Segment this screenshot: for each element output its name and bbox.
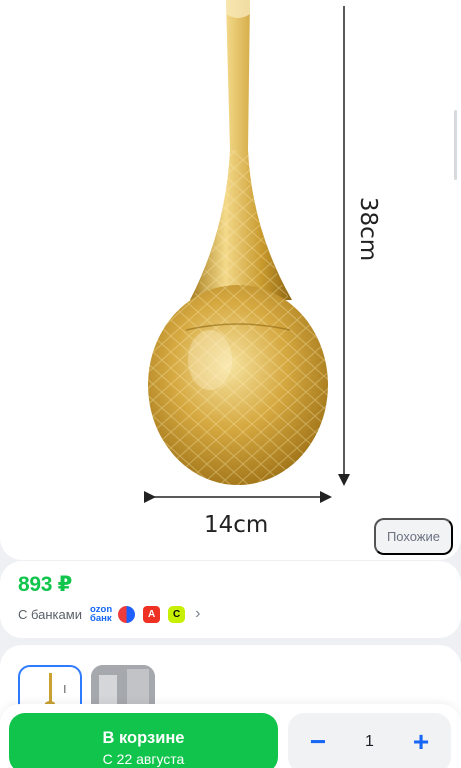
cart-button-subtitle: С 22 августа: [102, 751, 185, 767]
ozon-bank-logo: ozon банк: [89, 605, 112, 624]
bottom-action-bar: В корзине С 22 августа − 1 +: [0, 704, 461, 768]
bank-offers-row[interactable]: С банками ozon банк A C ›: [18, 603, 443, 625]
product-image-card[interactable]: 38cm 14cm Похожие: [0, 0, 461, 560]
increase-quantity-button[interactable]: +: [401, 723, 441, 763]
alfa-icon: A: [143, 605, 161, 623]
quantity-value: 1: [365, 733, 374, 750]
decrease-quantity-button[interactable]: −: [298, 723, 338, 763]
width-dimension-label: 14cm: [204, 512, 269, 538]
chevron-right-icon: ›: [195, 605, 201, 622]
height-dimension-label: 38cm: [355, 196, 382, 262]
in-cart-button[interactable]: В корзине С 22 августа: [9, 713, 278, 768]
price-value: 893 ₽: [18, 573, 72, 596]
banks-label: С банками: [18, 606, 82, 622]
image-scroll-indicator: [454, 110, 457, 180]
similar-products-button[interactable]: Похожие: [373, 518, 453, 555]
product-image: [144, 0, 350, 503]
tinkoff-icon: [118, 605, 136, 623]
green-bank-icon: C: [168, 605, 186, 623]
quantity-stepper: − 1 +: [288, 713, 451, 768]
ozon-bank-logo-line2: банк: [89, 613, 112, 624]
price-card: 893 ₽ С банками ozon банк A C ›: [0, 561, 461, 638]
product-page: 38cm 14cm Похожие 893 ₽ С банками ozon б…: [0, 0, 461, 768]
cart-button-title: В корзине: [102, 729, 185, 747]
